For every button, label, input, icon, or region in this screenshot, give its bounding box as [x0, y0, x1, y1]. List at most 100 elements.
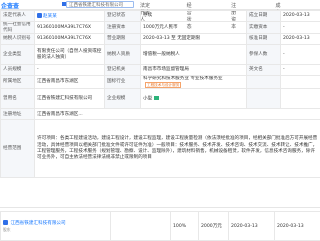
field-label: 登记状态 — [105, 11, 141, 22]
field-value[interactable]: 赵某某 — [35, 11, 105, 22]
value-text: 2020-03-13 — [283, 36, 310, 41]
label-text: 营业期限 — [107, 36, 125, 41]
label-text: 英文名 — [249, 67, 263, 72]
table-row: 法定代表人 赵某某 登记状态 存续 成立日期 2020-03-13 — [1, 11, 320, 22]
logo[interactable]: 企查查 — [1, 1, 19, 10]
section-divider — [0, 207, 320, 208]
table-row: 经营范围 许可项目：各类工程建设活动，建设工程设计，建设工程监理，建设工程质量检测… — [1, 120, 320, 178]
field-label: 纳税人识别号 — [1, 34, 35, 45]
field-label: 法定代表人 — [1, 11, 35, 22]
field-value: - — [281, 45, 320, 65]
label-text: 成立日期 — [249, 13, 267, 18]
field-label: 经营范围 — [1, 120, 35, 178]
label-text: 登记机关 — [107, 67, 125, 72]
field-value: 江西省南昌市东湖区... — [35, 109, 320, 120]
search-input[interactable]: 江西省铁建汇科技有限公司 — [66, 1, 134, 8]
field-label: 纳税人资质 — [105, 45, 141, 65]
value-text: 91360100MA39L7C76X — [37, 36, 91, 41]
date-cell: 2020-03-13 — [275, 212, 320, 241]
avatar-icon — [37, 13, 42, 18]
label-text: 登记状态 — [107, 13, 125, 18]
field-label — [247, 76, 281, 89]
field-value: 91360100MA39L7C76X — [35, 34, 105, 45]
label-text: 注册地址 — [3, 112, 21, 117]
shareholder-role: 股东 — [3, 227, 108, 233]
field-label: 曾用名 — [1, 89, 35, 109]
field-label: 所属地区 — [1, 76, 35, 89]
value-text: 江西省南昌市东湖区 — [37, 79, 78, 84]
label-text: 统一社会信用代码 — [3, 22, 31, 33]
label-text: 企业类型 — [3, 52, 21, 57]
field-label — [247, 89, 281, 109]
value-text: 小型 — [143, 96, 152, 101]
top-bar: 企查查 江西省铁建汇科技有限公司 法定代表人 经营状态 注册资本 成立日期 — [0, 0, 320, 10]
value-text: 2020-03-13 至 无固定期限 — [143, 36, 200, 41]
percent-cell: 100% — [171, 212, 199, 241]
field-value: 许可项目：各类工程建设活动，建设工程设计，建设工程监理，建设工程质量检测（依法须… — [35, 120, 320, 178]
label-text: 人员规模 — [3, 67, 21, 72]
field-label: 参保人数 — [247, 45, 281, 65]
value-text: 2020-03-13 — [283, 13, 310, 18]
value-text: 91360100MA39L7C76X — [37, 25, 91, 30]
table-row: 纳税人识别号91360100MA39L7C76X 营业期限 2020-03-13 至… — [1, 34, 320, 45]
field-value: 2020-03-13 — [281, 34, 320, 45]
field-label: 人员规模 — [1, 65, 35, 76]
field-label: 核准日期 — [247, 34, 281, 45]
size-badge-icon — [154, 96, 159, 100]
value-text: 增值税一般纳税人 — [143, 52, 180, 57]
field-value: 江西省南昌市东湖区 — [35, 76, 105, 89]
date-cell: 2020-03-13 — [229, 212, 275, 241]
shareholder-name[interactable]: 江西省铁建汇科技有限公司 — [10, 221, 65, 226]
field-label: 营业期限 — [105, 34, 141, 45]
table-row: 江西省铁建汇科技有限公司 股东 100% 2000万元 2020-03-13 2… — [1, 212, 320, 241]
field-value: 2020-03-13 — [281, 11, 320, 22]
field-value: 小型 — [141, 89, 247, 109]
label-text: 参保人数 — [249, 52, 267, 57]
value-text[interactable]: 赵某某 — [43, 14, 57, 19]
table-row: 统一社会信用代码 91360100MA39L7C76X 注册资本 1000万元人民币 实… — [1, 22, 320, 34]
field-value: 存续 — [141, 11, 247, 22]
label-text: 经营范围 — [3, 146, 21, 151]
shareholder-cell[interactable]: 江西省铁建汇科技有限公司 股东 — [1, 212, 111, 241]
field-value: 91360100MA39L7C76X — [35, 22, 105, 34]
label-text: 企业规模 — [107, 96, 125, 101]
field-value: - — [281, 22, 320, 34]
value-text: 1000万元人民币 — [143, 25, 178, 30]
table-row: 曾用名 江西省铁建汇科技有限公司企业规模 小型 — [1, 89, 320, 109]
label-text: 注册资本 — [107, 25, 125, 30]
label-text: 核准日期 — [249, 36, 267, 41]
field-label: 统一社会信用代码 — [1, 22, 35, 34]
value-text: 存续 — [143, 13, 152, 18]
field-label: 注册地址 — [1, 109, 35, 120]
field-value: 江西省铁建汇科技有限公司 — [35, 89, 105, 109]
field-value: 1000万元人民币 — [141, 22, 247, 34]
value-text: - — [283, 52, 285, 57]
industry-tag: 工程技术与设计服务 — [145, 82, 181, 88]
field-label: 英文名 — [247, 65, 281, 76]
field-label: 成立日期 — [247, 11, 281, 22]
field-label: 企业规模 — [105, 89, 141, 109]
label-text: 实缴资本 — [249, 25, 267, 30]
business-info-table: 法定代表人 赵某某 登记状态 存续 成立日期 2020-03-13 统一社会信用代码 9136… — [0, 10, 320, 178]
field-label: 注册资本 — [105, 22, 141, 34]
table-row: 人员规模-登记机关南昌市市场监督管理局英文名- — [1, 65, 320, 76]
field-value — [281, 89, 320, 109]
label-text: 纳税人资质 — [107, 52, 130, 57]
field-value: 科学研究和技术服务业 专业技术服务业工程技术与设计服务 — [141, 76, 247, 89]
value-text: - — [283, 67, 285, 72]
field-value: - — [35, 65, 105, 76]
empty-cell — [111, 212, 171, 241]
amount-cell: 2000万元 — [199, 212, 229, 241]
field-label: 国标行业 — [105, 76, 141, 89]
field-value: 增值税一般纳税人 — [141, 45, 247, 65]
value-text: 江西省南昌市东湖区... — [37, 112, 83, 117]
value-text: 有限责任公司（自然人投资或控股的法人独资） — [37, 49, 101, 60]
table-row: 所属地区江西省南昌市东湖区 国标行业科学研究和技术服务业 专业技术服务业工程技术与… — [1, 76, 320, 89]
label-text: 曾用名 — [3, 96, 17, 101]
value-text: 南昌市市场监督管理局 — [143, 67, 189, 72]
value-text: - — [283, 25, 285, 30]
field-value: - — [281, 65, 320, 76]
field-label: 实缴资本 — [247, 22, 281, 34]
value-text: 科学研究和技术服务业 专业技术服务业 — [143, 76, 223, 81]
value-text: 许可项目：各类工程建设活动，建设工程设计，建设工程监理，建设工程质量检测（依法须… — [37, 136, 317, 160]
